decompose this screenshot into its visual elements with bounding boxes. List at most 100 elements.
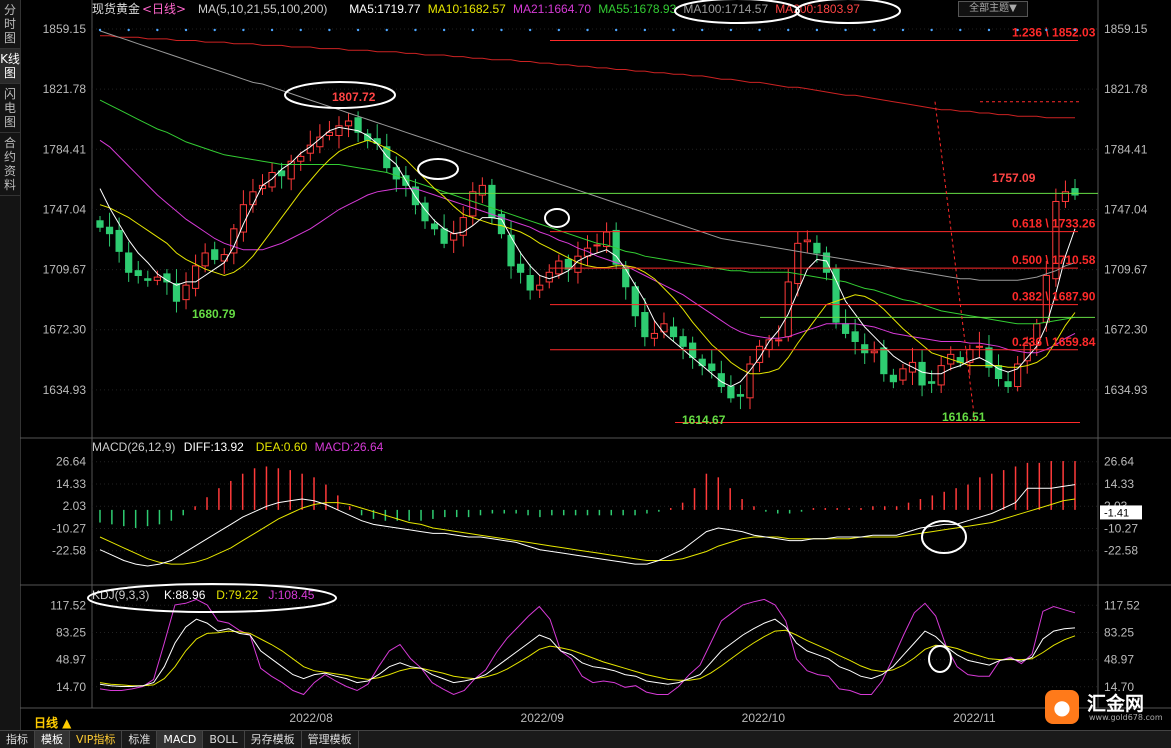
candle-body [564, 258, 572, 270]
ma200-line [100, 35, 1075, 119]
price-tick-left: 1634.93 [43, 383, 87, 397]
signal-dot [844, 28, 847, 32]
candle-body [736, 394, 745, 397]
ma-legend-2: MA10:1682.57 [428, 2, 506, 16]
signal-dot [586, 28, 589, 32]
brand-name: 汇金网 [1087, 693, 1145, 715]
signal-dot [787, 28, 790, 32]
candle-body [841, 323, 850, 334]
signal-dot [930, 28, 933, 32]
macd-tick-left: 2.03 [63, 499, 87, 513]
signal-dot [701, 28, 704, 32]
candle-body [899, 368, 907, 381]
price-tick-right: 1634.93 [1104, 383, 1148, 397]
period-label[interactable]: 日线 ▲ [34, 714, 71, 731]
macd-tick-left: 14.33 [56, 477, 86, 491]
signal-dot [987, 28, 991, 32]
signal-dot [156, 28, 159, 32]
candle-body [191, 265, 200, 289]
candle-body [392, 167, 400, 180]
candle-body [727, 386, 735, 399]
signal-dot [127, 28, 130, 32]
price-annotation: 1807.72 [332, 90, 376, 104]
candle-body [555, 260, 563, 275]
candle-body [631, 286, 639, 317]
signal-dot [815, 28, 819, 32]
macd-last-value: -1.41 [1104, 507, 1129, 519]
x-label: 2022/08 [289, 711, 333, 725]
kdj-tick-left: 48.97 [56, 653, 86, 667]
highlight-ellipse [928, 645, 952, 673]
kdj-tick-left: 14.70 [56, 680, 86, 694]
candle-body [430, 223, 439, 230]
bottom-tab-3[interactable]: 标准 [122, 731, 158, 748]
bottom-tab-0[interactable]: 指标 [0, 731, 35, 748]
bottom-tab-2[interactable]: VIP指标 [70, 731, 123, 748]
bottom-tab-4[interactable]: MACD [157, 731, 204, 748]
candle-body [536, 284, 544, 291]
signal-dot [471, 28, 474, 32]
bottom-toolbar: 指标 模板 VIP指标 标准 MACD BOLL 另存模板 管理模板 [0, 730, 1171, 748]
candle-body [220, 254, 228, 262]
candle-body [813, 242, 821, 254]
ma-legend-1: MA5:1719.77 [349, 2, 421, 16]
candle-body [593, 244, 601, 247]
sidebar-tab-0[interactable]: 分时图 [0, 0, 20, 49]
signal-dot [901, 28, 905, 32]
ma-legend-0: MA(5,10,21,55,100,200) [198, 2, 327, 16]
bottom-tab-1[interactable]: 模板 [35, 731, 70, 748]
bottom-tab-7[interactable]: 管理模板 [302, 731, 359, 748]
logo-icon: ● [1045, 690, 1079, 724]
fib-label: 0.618 \ 1733.26 [1012, 217, 1096, 231]
signal-dot [328, 28, 331, 32]
price-annotation: 1614.67 [682, 413, 726, 427]
price-tick-right: 1784.41 [1104, 142, 1148, 156]
signal-dot [614, 28, 618, 32]
bottom-tab-6[interactable]: 另存模板 [245, 731, 302, 748]
sidebar-tab-1[interactable]: K线图 [0, 49, 20, 84]
candle-body [125, 252, 133, 273]
signal-dot [242, 28, 245, 32]
candle-body [746, 363, 754, 399]
candle-body [880, 347, 888, 375]
kdj-tick-left: 83.25 [56, 625, 86, 639]
candle-body [669, 326, 678, 338]
candle-body [344, 120, 353, 127]
kdj-tick-right: 83.25 [1104, 625, 1134, 639]
macd-legend-2: DEA:0.60 [256, 440, 308, 454]
ma-legend-4: MA55:1678.93 [598, 2, 676, 16]
fib-label: 1.236 \ 1852.03 [1012, 25, 1096, 39]
candle-body [650, 332, 659, 339]
candle-body [851, 331, 859, 342]
bottom-tab-5[interactable]: BOLL [203, 731, 245, 748]
sidebar-tab-3[interactable]: 合约资料 [0, 133, 20, 196]
kdj-legend-0: KDJ(9,3,3) [92, 588, 149, 602]
candle-body [794, 242, 802, 285]
x-label: 2022/11 [953, 711, 996, 725]
kdj-j-line [99, 598, 1076, 696]
signal-dot [213, 28, 216, 32]
signal-dot [270, 28, 274, 32]
price-tick-left: 1859.15 [43, 22, 87, 36]
candle-body [928, 381, 936, 384]
fib-label: 0.382 \ 1687.90 [1012, 290, 1096, 304]
signal-dot [959, 28, 962, 32]
highlight-ellipse [417, 158, 459, 180]
candle-body [1004, 381, 1012, 388]
candle-body [526, 275, 534, 291]
candle-body [698, 358, 706, 367]
signal-dot [1016, 28, 1019, 32]
brand-site: www.gold678.com [1089, 713, 1163, 722]
candle-body [96, 220, 104, 228]
signal-dot [356, 28, 360, 32]
theme-selector-button[interactable]: 全部主题▼ [958, 1, 1028, 17]
signal-dot [1073, 28, 1077, 32]
candle-body [708, 363, 716, 371]
fib-label: 0.236 \ 1659.84 [1012, 335, 1096, 349]
candle-body [803, 239, 811, 243]
sidebar-tab-2[interactable]: 闪电图 [0, 84, 20, 133]
sidebar: 分时图 K线图 闪电图 合约资料 [0, 0, 21, 730]
candle-body [105, 226, 114, 235]
price-tick-right: 1859.15 [1104, 22, 1148, 36]
signal-dot [873, 28, 876, 32]
